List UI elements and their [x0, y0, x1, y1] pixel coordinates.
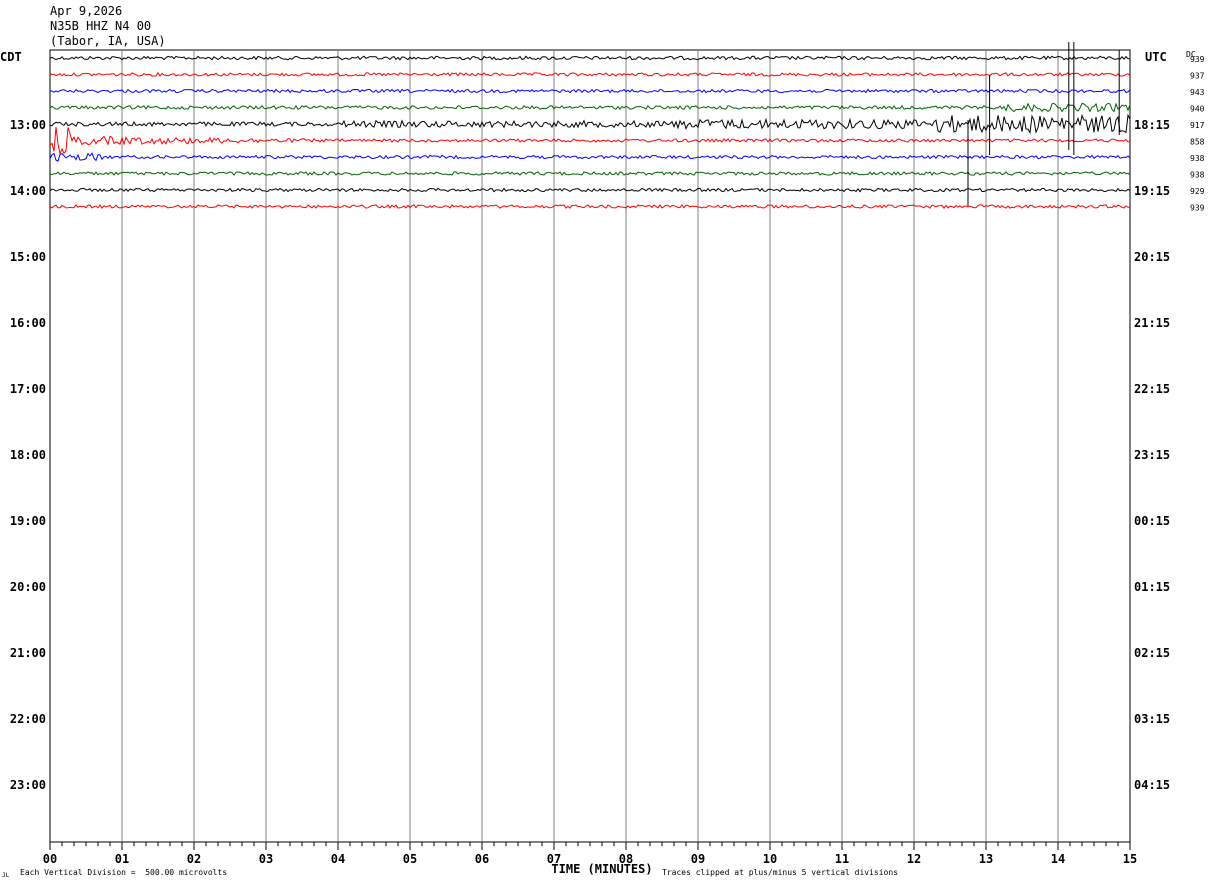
dc-value: 937 [1190, 72, 1205, 81]
x-tick-label: 11 [835, 852, 849, 866]
x-tick-label: 05 [403, 852, 417, 866]
right-hour-label: 22:15 [1134, 382, 1170, 396]
right-hour-label: 02:15 [1134, 646, 1170, 660]
left-hour-label: 19:00 [10, 514, 46, 528]
x-tick-label: 01 [115, 852, 129, 866]
dc-value: 929 [1190, 187, 1205, 196]
x-tick-label: 02 [187, 852, 201, 866]
dc-value: 858 [1190, 138, 1205, 147]
dc-value: 938 [1190, 154, 1205, 163]
dc-value: 943 [1190, 88, 1205, 97]
x-tick-label: 04 [331, 852, 345, 866]
x-tick-label: 03 [259, 852, 273, 866]
seismic-trace [49, 71, 1131, 77]
x-tick-label: 10 [763, 852, 777, 866]
left-hour-label: 14:00 [10, 184, 46, 198]
dc-value: 939 [1190, 55, 1205, 64]
left-hour-label: 23:00 [10, 778, 46, 792]
left-hour-label: 22:00 [10, 712, 46, 726]
left-hour-label: 16:00 [10, 316, 46, 330]
x-tick-label: 15 [1123, 852, 1137, 866]
left-hour-label: 18:00 [10, 448, 46, 462]
seismic-trace [49, 88, 1131, 94]
x-tick-label: 13 [979, 852, 993, 866]
right-hour-label: 00:15 [1134, 514, 1170, 528]
right-hour-label: 01:15 [1134, 580, 1170, 594]
helicorder-plot: 00 01 02 03 04 05 06 07 08 09 10 11 12 13 14 15TIME (MI… [10, 42, 1205, 876]
right-hour-label: 21:15 [1134, 316, 1170, 330]
x-tick-label: 12 [907, 852, 921, 866]
x-tick-label: 00 [43, 852, 57, 866]
left-hour-label: 13:00 [10, 118, 46, 132]
right-hour-label: 20:15 [1134, 250, 1170, 264]
scale-note: Each Vertical Division = 500.00 microvol… [20, 868, 228, 877]
left-hour-label: 20:00 [10, 580, 46, 594]
x-tick-label: 14 [1051, 852, 1065, 866]
right-hour-label: 03:15 [1134, 712, 1170, 726]
left-hour-label: 17:00 [10, 382, 46, 396]
left-hour-label: 15:00 [10, 250, 46, 264]
clip-note: Traces clipped at plus/minus 5 vertical … [662, 868, 899, 877]
dc-value: 917 [1190, 121, 1205, 130]
right-hour-label: 04:15 [1134, 778, 1170, 792]
right-hour-label: 23:15 [1134, 448, 1170, 462]
right-hour-label: 19:15 [1134, 184, 1170, 198]
dc-value: 939 [1190, 204, 1205, 213]
x-tick-label: 06 [475, 852, 489, 866]
seismic-trace [49, 55, 1131, 61]
corner-mark: JL [2, 872, 10, 879]
dc-value: 938 [1190, 171, 1205, 180]
x-axis-label: TIME (MINUTES) [551, 862, 652, 876]
left-hour-label: 21:00 [10, 646, 46, 660]
x-tick-label: 09 [691, 852, 705, 866]
seismic-trace [49, 102, 1131, 113]
dc-value: 940 [1190, 105, 1205, 114]
right-hour-label: 18:15 [1134, 118, 1170, 132]
